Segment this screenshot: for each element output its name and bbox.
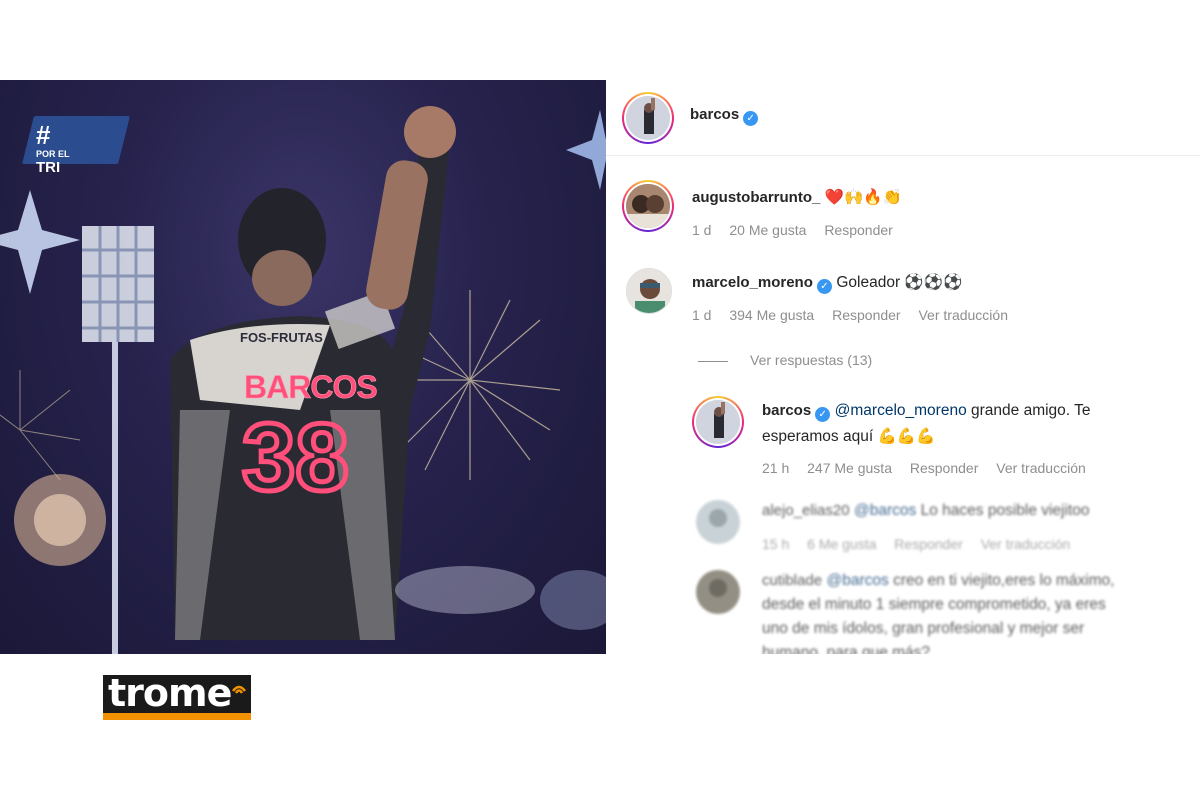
- reply-likes[interactable]: 247 Me gusta: [807, 460, 892, 476]
- hashtag-symbol: #: [36, 120, 51, 150]
- comment-row: marcelo_moreno ✓ Goleador ⚽⚽⚽: [692, 273, 962, 294]
- jersey-name: BARCOS: [244, 369, 377, 405]
- post-photo-scene: FOS-FRUTAS BARCOS 38: [0, 106, 606, 654]
- translate-button[interactable]: Ver traducción: [981, 536, 1071, 552]
- reply-avatar[interactable]: [696, 570, 740, 614]
- comment-time: 1 d: [692, 222, 712, 238]
- verified-badge-icon: ✓: [743, 111, 759, 126]
- reply-text-line1: creo en ti viejito,eres lo máximo,: [888, 572, 1115, 589]
- reply-text-line2: desde el minuto 1 siempre comprometido, …: [762, 596, 1106, 613]
- trome-logo: trome: [103, 675, 251, 720]
- reply-text: Lo haces posible viejitoo: [916, 502, 1090, 519]
- user-avatar-icon: [696, 500, 740, 544]
- reply-likes[interactable]: 6 Me gusta: [807, 536, 876, 552]
- user-avatar-icon: [627, 269, 671, 313]
- trome-logo-bar: [103, 713, 251, 720]
- reply-avatar[interactable]: [696, 500, 740, 544]
- view-replies-label[interactable]: Ver respuestas (13): [750, 352, 872, 368]
- verified-badge-icon: ✓: [815, 407, 831, 422]
- reply-button[interactable]: Responder: [910, 460, 979, 476]
- reply-meta: 21 h 247 Me gusta Responder Ver traducci…: [762, 460, 1100, 476]
- trome-logo-text: trome: [108, 675, 232, 715]
- comment-avatar[interactable]: [626, 268, 672, 314]
- verified-badge-icon: ✓: [816, 279, 832, 294]
- user-avatar-icon: [626, 96, 670, 140]
- reply-button[interactable]: Responder: [832, 307, 901, 323]
- hashtag-label: # POR EL TRI: [36, 120, 70, 176]
- reply-time: 15 h: [762, 536, 790, 552]
- reply-avatar[interactable]: [692, 396, 744, 448]
- reply-button[interactable]: Responder: [824, 222, 893, 238]
- reply-row: barcos ✓ @marcelo_moreno grande amigo. Te: [762, 402, 1091, 422]
- comment-text: Goleador ⚽⚽⚽: [836, 274, 963, 291]
- reply-time: 21 h: [762, 460, 790, 476]
- comment-avatar[interactable]: [622, 180, 674, 232]
- post-header: barcos ✓: [606, 80, 1200, 156]
- reply-mention[interactable]: @barcos: [854, 502, 916, 519]
- star-decoration-left: [0, 190, 80, 294]
- reply-meta: 15 h 6 Me gusta Responder Ver traducción: [762, 536, 1084, 552]
- comments-panel: barcos ✓ augustobarrunto_ ❤️🙌🔥👏 1 d 20 Me…: [606, 80, 1200, 654]
- replies-divider: [698, 360, 728, 362]
- comment-username[interactable]: augustobarrunto_: [692, 189, 820, 206]
- reply-username[interactable]: barcos: [762, 402, 811, 419]
- reply-text-line1: grande amigo. Te: [966, 402, 1091, 419]
- reply-username[interactable]: cutiblade: [762, 572, 822, 589]
- comment-username[interactable]: marcelo_moreno: [692, 274, 813, 291]
- reply-row: cutiblade @barcos creo en ti viejito,ere…: [762, 572, 1114, 590]
- reply-button[interactable]: Responder: [894, 536, 963, 552]
- user-avatar-icon: [696, 400, 740, 444]
- header-username-row[interactable]: barcos ✓: [690, 106, 759, 126]
- post-image[interactable]: FOS-FRUTAS BARCOS 38 # POR EL TRI: [0, 80, 606, 654]
- translate-button[interactable]: Ver traducción: [918, 307, 1008, 323]
- reply-mention[interactable]: @marcelo_moreno: [835, 402, 967, 419]
- comment-text: ❤️🙌🔥👏: [824, 189, 902, 206]
- reply-mention[interactable]: @barcos: [827, 572, 889, 589]
- reply-username[interactable]: alejo_elias20: [762, 502, 850, 519]
- comment-meta: 1 d 20 Me gusta Responder: [692, 222, 907, 238]
- star-decoration-right: [566, 110, 606, 190]
- view-replies-button[interactable]: Ver respuestas (13): [698, 352, 872, 368]
- header-username[interactable]: barcos: [690, 106, 739, 123]
- comment-likes[interactable]: 20 Me gusta: [729, 222, 806, 238]
- jersey-sponsor: FOS-FRUTAS: [240, 330, 323, 345]
- reply-text-line3: uno de mis ídolos, gran profesional y me…: [762, 620, 1085, 637]
- comment-likes[interactable]: 394 Me gusta: [729, 307, 814, 323]
- user-avatar-icon: [696, 570, 740, 614]
- user-avatar-icon: [626, 184, 670, 228]
- reply-row: alejo_elias20 @barcos Lo haces posible v…: [762, 502, 1090, 520]
- signal-icon: [232, 685, 246, 694]
- hashtag-line2: TRI: [36, 159, 61, 176]
- comment-row: augustobarrunto_ ❤️🙌🔥👏: [692, 188, 902, 207]
- header-avatar[interactable]: [622, 92, 674, 144]
- comment-meta: 1 d 394 Me gusta Responder Ver traducció…: [692, 307, 1022, 323]
- translate-button[interactable]: Ver traducción: [996, 460, 1086, 476]
- reply-text-line4: humano, para que más?: [762, 644, 931, 654]
- reply-text-line2: esperamos aquí 💪💪💪: [762, 428, 936, 445]
- comment-time: 1 d: [692, 307, 712, 323]
- reply-row-continuation: esperamos aquí 💪💪💪: [762, 427, 935, 446]
- jersey-number: 38: [242, 404, 349, 511]
